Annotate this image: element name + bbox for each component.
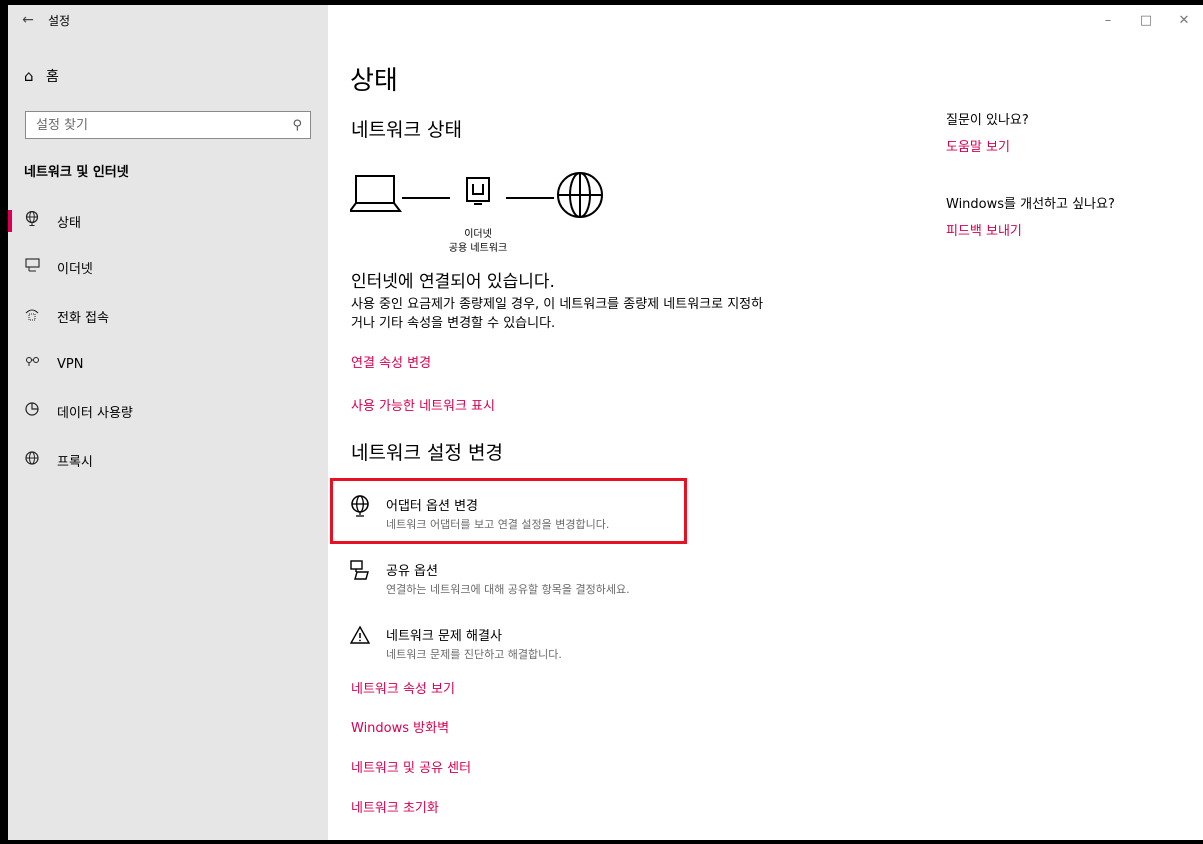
page-title: 상태 xyxy=(350,66,398,96)
ethernet-icon xyxy=(8,258,57,276)
sidebar-item-label: 데이터 사용량 xyxy=(57,405,133,421)
sidebar-item-proxy[interactable]: 프록시 xyxy=(8,440,328,480)
adapter-options-item[interactable]: 어댑터 옵션 변경 네트워크 어댑터를 보고 연결 설정을 변경합니다. xyxy=(350,495,609,532)
help-link[interactable]: 도움말 보기 xyxy=(946,140,1010,155)
connection-status-desc: 사용 중인 요금제가 종량제일 경우, 이 네트워크를 종량제 네트워크로 지정… xyxy=(351,297,764,331)
change-settings-heading: 네트워크 설정 변경 xyxy=(351,442,503,464)
sharing-options-text: 공유 옵션 연결하는 네트워크에 대해 공유할 항목을 결정하세요. xyxy=(386,560,630,597)
main-content: 상태 네트워크 상태 이더넷 공용 네트워크 인터넷에 연결되어 있습니다. 사… xyxy=(328,5,1203,840)
option-title: 네트워크 문제 해결사 xyxy=(386,629,502,644)
globe-icon xyxy=(8,451,57,469)
sharing-icon xyxy=(350,560,386,584)
sidebar: ← 설정 ⌂ 홈 ⚲ 네트워크 및 인터넷 상태 이더넷 xyxy=(8,5,328,840)
network-diagram-graphic xyxy=(348,172,603,218)
troubleshooter-text: 네트워크 문제 해결사 네트워크 문제를 진단하고 해결합니다. xyxy=(386,625,562,662)
dialup-icon xyxy=(8,307,57,325)
connection-status-title: 인터넷에 연결되어 있습니다. xyxy=(351,272,555,292)
sidebar-item-label: 전화 접속 xyxy=(57,310,109,326)
network-diagram: 이더넷 공용 네트워크 xyxy=(348,167,650,259)
search-icon[interactable]: ⚲ xyxy=(292,118,302,133)
sidebar-item-label: VPN xyxy=(57,356,84,372)
warning-icon xyxy=(349,625,386,649)
nav-home[interactable]: ⌂ 홈 xyxy=(24,66,59,86)
window-title: 설정 xyxy=(48,13,71,28)
option-desc: 네트워크 문제를 진단하고 해결합니다. xyxy=(386,648,562,661)
search-input[interactable] xyxy=(36,117,276,133)
network-sharing-center-link[interactable]: 네트워크 및 공유 센터 xyxy=(351,757,471,776)
show-available-networks-link[interactable]: 사용 가능한 네트워크 표시 xyxy=(351,395,495,414)
option-title: 어댑터 옵션 변경 xyxy=(386,499,478,514)
change-connection-properties-link[interactable]: 연결 속성 변경 xyxy=(351,352,431,371)
titlebar: ← 설정 xyxy=(8,5,328,35)
network-reset-link[interactable]: 네트워크 초기화 xyxy=(351,797,439,816)
settings-window: ← 설정 ⌂ 홈 ⚲ 네트워크 및 인터넷 상태 이더넷 xyxy=(8,5,1203,840)
network-status-heading: 네트워크 상태 xyxy=(351,119,462,141)
sidebar-section-title: 네트워크 및 인터넷 xyxy=(24,165,129,180)
sidebar-item-label: 상태 xyxy=(57,215,81,231)
adapter-label: 이더넷 xyxy=(464,229,492,240)
option-desc: 연결하는 네트워크에 대해 공유할 항목을 결정하세요. xyxy=(386,583,630,596)
nav-home-label: 홈 xyxy=(46,69,59,85)
back-arrow-icon[interactable]: ← xyxy=(8,12,48,28)
internet-globe-icon xyxy=(557,172,603,218)
sidebar-item-label: 프록시 xyxy=(57,454,93,470)
adapter-icon xyxy=(350,495,386,521)
improve-text: Windows를 개선하고 싶나요? xyxy=(946,197,1115,212)
sidebar-item-label: 이더넷 xyxy=(57,261,93,277)
sidebar-item-status[interactable]: 상태 xyxy=(8,201,328,241)
feedback-link[interactable]: 피드백 보내기 xyxy=(946,224,1022,239)
sharing-options-item[interactable]: 공유 옵션 연결하는 네트워크에 대해 공유할 항목을 결정하세요. xyxy=(350,560,630,597)
laptop-icon xyxy=(348,175,402,212)
home-icon: ⌂ xyxy=(24,67,34,85)
question-text: 질문이 있나요? xyxy=(946,113,1029,128)
option-desc: 네트워크 어댑터를 보고 연결 설정을 변경합니다. xyxy=(386,518,610,531)
ethernet-adapter-icon xyxy=(466,177,490,205)
sidebar-item-ethernet[interactable]: 이더넷 xyxy=(8,247,328,287)
search-box[interactable]: ⚲ xyxy=(25,111,311,139)
troubleshooter-item[interactable]: 네트워크 문제 해결사 네트워크 문제를 진단하고 해결합니다. xyxy=(349,625,562,662)
help-aside: 질문이 있나요? 도움말 보기 Windows를 개선하고 싶나요? 피드백 보… xyxy=(946,109,1186,239)
option-title: 공유 옵션 xyxy=(386,564,438,579)
vpn-icon xyxy=(8,356,57,372)
windows-firewall-link[interactable]: Windows 방화벽 xyxy=(351,717,449,736)
globe-monitor-icon xyxy=(8,210,57,231)
adapter-options-text: 어댑터 옵션 변경 네트워크 어댑터를 보고 연결 설정을 변경합니다. xyxy=(386,495,609,532)
sidebar-item-data-usage[interactable]: 데이터 사용량 xyxy=(8,391,328,431)
sidebar-item-vpn[interactable]: VPN xyxy=(8,344,328,384)
data-usage-icon xyxy=(8,402,57,420)
view-network-properties-link[interactable]: 네트워크 속성 보기 xyxy=(351,678,455,697)
sidebar-item-dialup[interactable]: 전화 접속 xyxy=(8,296,328,336)
network-label: 공용 네트워크 xyxy=(448,243,508,254)
